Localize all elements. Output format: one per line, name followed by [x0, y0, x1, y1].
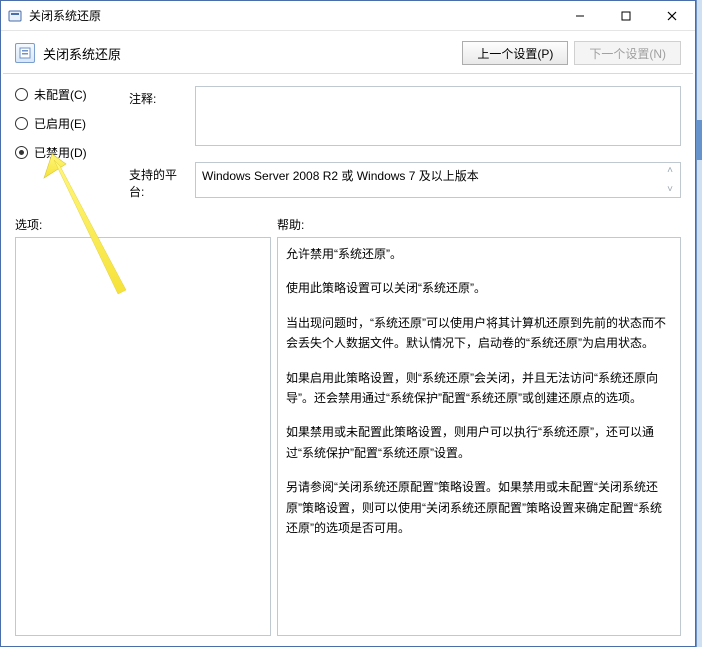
close-button[interactable] — [649, 1, 695, 30]
platform-label: 支持的平台: — [129, 162, 191, 200]
help-paragraph: 当出现问题时，“系统还原”可以使用户将其计算机还原到先前的状态而不会丢失个人数据… — [286, 313, 672, 354]
radio-label: 未配置(C) — [34, 86, 87, 103]
scroll-arrows-icon: ˄˅ — [662, 165, 678, 195]
comment-label: 注释: — [129, 86, 191, 107]
help-paragraph: 允许禁用“系统还原”。 — [286, 244, 672, 264]
platform-box: Windows Server 2008 R2 或 Windows 7 及以上版本… — [195, 162, 681, 198]
outer-window-edge — [696, 0, 702, 647]
help-paragraph: 另请参阅“关闭系统还原配置”策略设置。如果禁用或未配置“关闭系统还原”策略设置，… — [286, 477, 672, 538]
window-title: 关闭系统还原 — [29, 7, 557, 24]
radio-icon — [15, 88, 28, 101]
radio-label: 已启用(E) — [34, 115, 86, 132]
help-paragraph: 如果禁用或未配置此策略设置，则用户可以执行“系统还原”，还可以通过“系统保护”配… — [286, 422, 672, 463]
gpedit-policy-window: 关闭系统还原 关闭系统还原 上一个设置(P) 下一个设置(N) — [0, 0, 696, 647]
state-radio-group: 未配置(C) 已启用(E) 已禁用(D) — [15, 86, 125, 173]
window-buttons — [557, 1, 695, 30]
comment-input[interactable] — [195, 86, 681, 146]
radio-disabled[interactable]: 已禁用(D) — [15, 144, 125, 161]
radio-icon — [15, 146, 28, 159]
subheader: 关闭系统还原 上一个设置(P) 下一个设置(N) — [1, 31, 695, 73]
config-area: 未配置(C) 已启用(E) 已禁用(D) 注释: 支持的平台: Windows … — [1, 74, 695, 208]
titlebar: 关闭系统还原 — [1, 1, 695, 31]
panes: 允许禁用“系统还原”。 使用此策略设置可以关闭“系统还原”。 当出现问题时，“系… — [1, 237, 695, 646]
policy-title: 关闭系统还原 — [43, 44, 121, 63]
next-setting-button: 下一个设置(N) — [574, 41, 681, 65]
prev-setting-button[interactable]: 上一个设置(P) — [462, 41, 568, 65]
pane-labels: 选项: 帮助: — [1, 208, 695, 237]
app-icon — [7, 8, 23, 24]
minimize-button[interactable] — [557, 1, 603, 30]
options-pane[interactable] — [15, 237, 271, 636]
platform-text: Windows Server 2008 R2 或 Windows 7 及以上版本 — [202, 169, 479, 183]
radio-enabled[interactable]: 已启用(E) — [15, 115, 125, 132]
radio-label: 已禁用(D) — [34, 144, 87, 161]
radio-not-configured[interactable]: 未配置(C) — [15, 86, 125, 103]
radio-icon — [15, 117, 28, 130]
help-label: 帮助: — [277, 216, 681, 233]
help-paragraph: 使用此策略设置可以关闭“系统还原”。 — [286, 278, 672, 298]
policy-icon — [15, 43, 35, 63]
options-label: 选项: — [15, 216, 277, 233]
help-paragraph: 如果启用此策略设置，则“系统还原”会关闭，并且无法访问“系统还原向导”。还会禁用… — [286, 368, 672, 409]
help-pane[interactable]: 允许禁用“系统还原”。 使用此策略设置可以关闭“系统还原”。 当出现问题时，“系… — [277, 237, 681, 636]
maximize-button[interactable] — [603, 1, 649, 30]
